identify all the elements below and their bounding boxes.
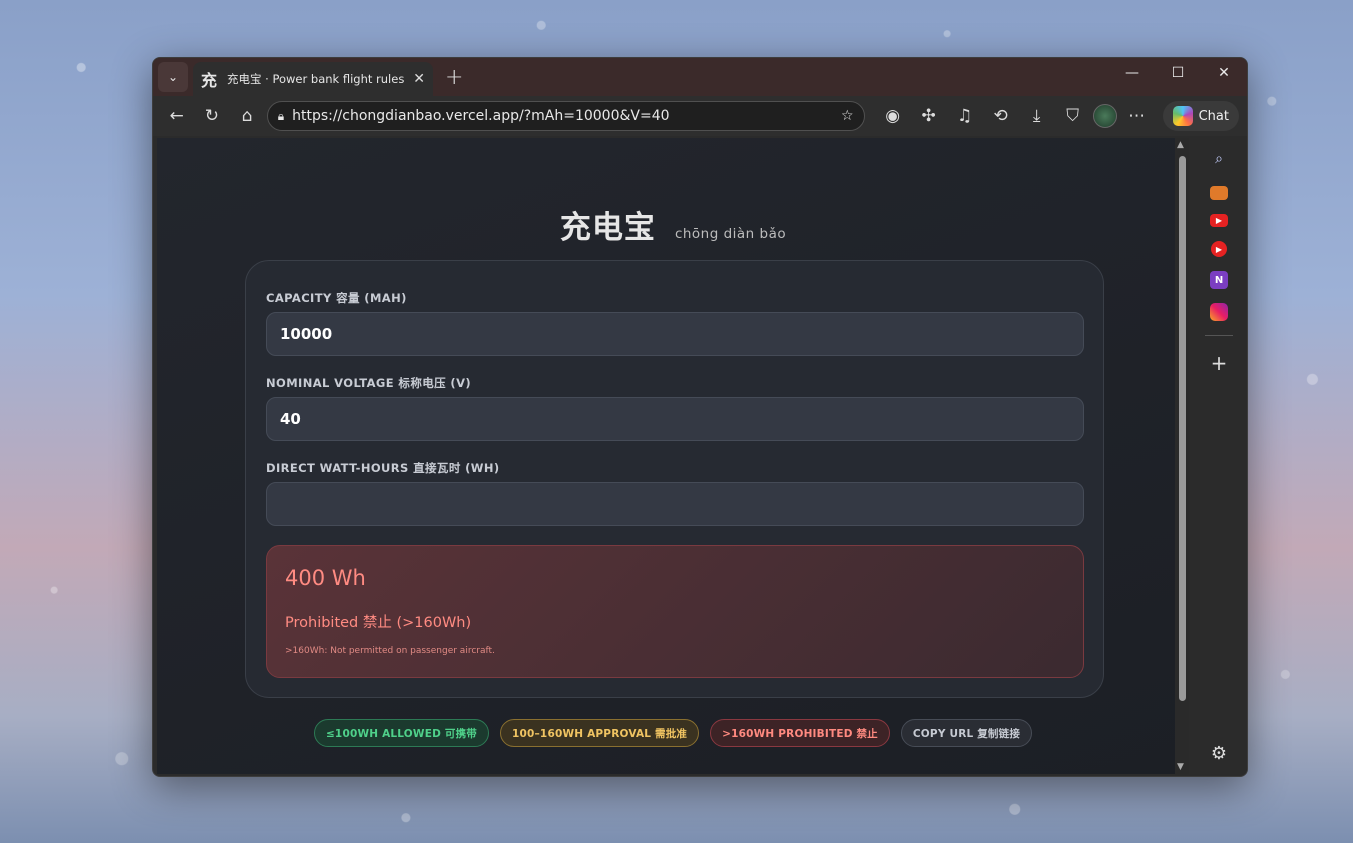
- copilot-icon: [1172, 106, 1193, 126]
- capacity-label: CAPACITY 容量 (MAH): [266, 291, 407, 305]
- scroll-up-icon[interactable]: ▲: [1177, 140, 1184, 150]
- browser-sidebar: ⌕ ▶ ▶ N + ⚙: [1191, 138, 1247, 774]
- scroll-thumb[interactable]: [1179, 156, 1186, 701]
- url-text: https://chongdianbao.vercel.app/?mAh=100…: [292, 108, 670, 124]
- tab-title: 充电宝 · Power bank flight rules calculator: [227, 72, 407, 86]
- settings-icon[interactable]: ⚙: [1206, 740, 1232, 766]
- new-tab-button[interactable]: +: [445, 65, 463, 90]
- close-tab-icon[interactable]: ✕: [413, 71, 425, 87]
- more-menu-icon[interactable]: ⋯: [1121, 100, 1153, 132]
- address-bar[interactable]: 🔒︎ https://chongdianbao.vercel.app/?mAh=…: [266, 101, 865, 131]
- page-viewport: 充电宝 chōng diàn bǎo CAPACITY 容量 (MAH) 100…: [157, 138, 1189, 774]
- capacity-input[interactable]: 10000: [266, 312, 1084, 356]
- calculator-card: CAPACITY 容量 (MAH) 10000 NOMINAL VOLTAGE …: [245, 260, 1104, 698]
- approval-pill[interactable]: 100–160WH APPROVAL 需批准: [499, 719, 700, 747]
- password-extension-icon[interactable]: ◉: [877, 100, 909, 132]
- media-icon[interactable]: ♫: [949, 100, 981, 132]
- search-icon[interactable]: ⌕: [1206, 146, 1232, 172]
- legend-pills: ≤100WH ALLOWED 可携带 100–160WH APPROVAL 需批…: [157, 719, 1189, 747]
- profile-avatar[interactable]: [1092, 104, 1117, 128]
- history-icon[interactable]: ⟲: [985, 100, 1017, 132]
- back-icon[interactable]: ←: [161, 100, 192, 132]
- favorite-star-icon[interactable]: ☆: [841, 108, 854, 124]
- copy-url-button[interactable]: COPY URL 复制链接: [900, 719, 1033, 747]
- refresh-icon[interactable]: ↻: [196, 100, 227, 132]
- youtube-music-icon[interactable]: ▶: [1211, 241, 1227, 257]
- window-controls: — ☐ ✕: [1109, 58, 1247, 88]
- minimize-icon[interactable]: —: [1109, 58, 1155, 88]
- shield-icon[interactable]: ⛉: [1057, 100, 1089, 132]
- voltage-label: NOMINAL VOLTAGE 标称电压 (V): [266, 376, 472, 390]
- prohibited-pill[interactable]: >160WH PROHIBITED 禁止: [710, 719, 890, 747]
- youtube-icon[interactable]: ▶: [1210, 214, 1228, 227]
- result-note: >160Wh: Not permitted on passenger aircr…: [285, 646, 495, 656]
- result-status: Prohibited 禁止 (>160Wh): [285, 615, 472, 631]
- favicon-icon: 充: [201, 71, 218, 90]
- close-window-icon[interactable]: ✕: [1201, 58, 1247, 88]
- sidebar-divider: [1205, 335, 1233, 336]
- title-bar: ⌄ 充 充电宝 · Power bank flight rules calcul…: [153, 58, 1247, 96]
- page-title: 充电宝: [559, 210, 656, 246]
- allowed-pill[interactable]: ≤100WH ALLOWED 可携带: [313, 719, 489, 747]
- browser-toolbar: ← ↻ ⌂ 🔒︎ https://chongdianbao.vercel.app…: [153, 96, 1247, 136]
- page-heading: 充电宝 chōng diàn bǎo: [157, 202, 1189, 247]
- tab-actions-button[interactable]: ⌄: [158, 62, 188, 92]
- scroll-down-icon[interactable]: ▼: [1177, 762, 1184, 772]
- maximize-icon[interactable]: ☐: [1155, 58, 1201, 88]
- extensions-icon[interactable]: ✣: [913, 100, 945, 132]
- result-panel: 400 Wh Prohibited 禁止 (>160Wh) >160Wh: No…: [266, 545, 1084, 678]
- voltage-input[interactable]: 40: [266, 397, 1084, 441]
- add-icon[interactable]: +: [1206, 350, 1232, 376]
- watt-hours-label: DIRECT WATT-HOURS 直接瓦时 (WH): [266, 461, 500, 475]
- onenote-icon[interactable]: N: [1210, 271, 1228, 289]
- copilot-label: Chat: [1198, 108, 1229, 124]
- page-pinyin: chōng diàn bǎo: [674, 226, 787, 242]
- copilot-chat-button[interactable]: Chat: [1162, 101, 1239, 131]
- page-content: 充电宝 chōng diàn bǎo CAPACITY 容量 (MAH) 100…: [157, 138, 1189, 774]
- briefcase-icon[interactable]: [1210, 186, 1228, 200]
- watt-hours-input[interactable]: [266, 482, 1084, 526]
- home-icon[interactable]: ⌂: [231, 100, 262, 132]
- chevron-down-icon: ⌄: [167, 70, 179, 84]
- downloads-icon[interactable]: ⤓: [1021, 100, 1053, 132]
- browser-window: ⌄ 充 充电宝 · Power bank flight rules calcul…: [152, 57, 1248, 777]
- lock-icon[interactable]: 🔒︎: [278, 109, 284, 124]
- page-scrollbar[interactable]: ▲ ▼: [1175, 138, 1189, 774]
- extension-icons: ◉ ✣ ♫ ⟲ ⤓ ⛉ ⋯: [877, 100, 1153, 132]
- result-watt-hours: 400 Wh: [285, 566, 366, 590]
- instagram-icon[interactable]: [1210, 303, 1228, 321]
- active-tab[interactable]: 充 充电宝 · Power bank flight rules calculat…: [193, 62, 433, 96]
